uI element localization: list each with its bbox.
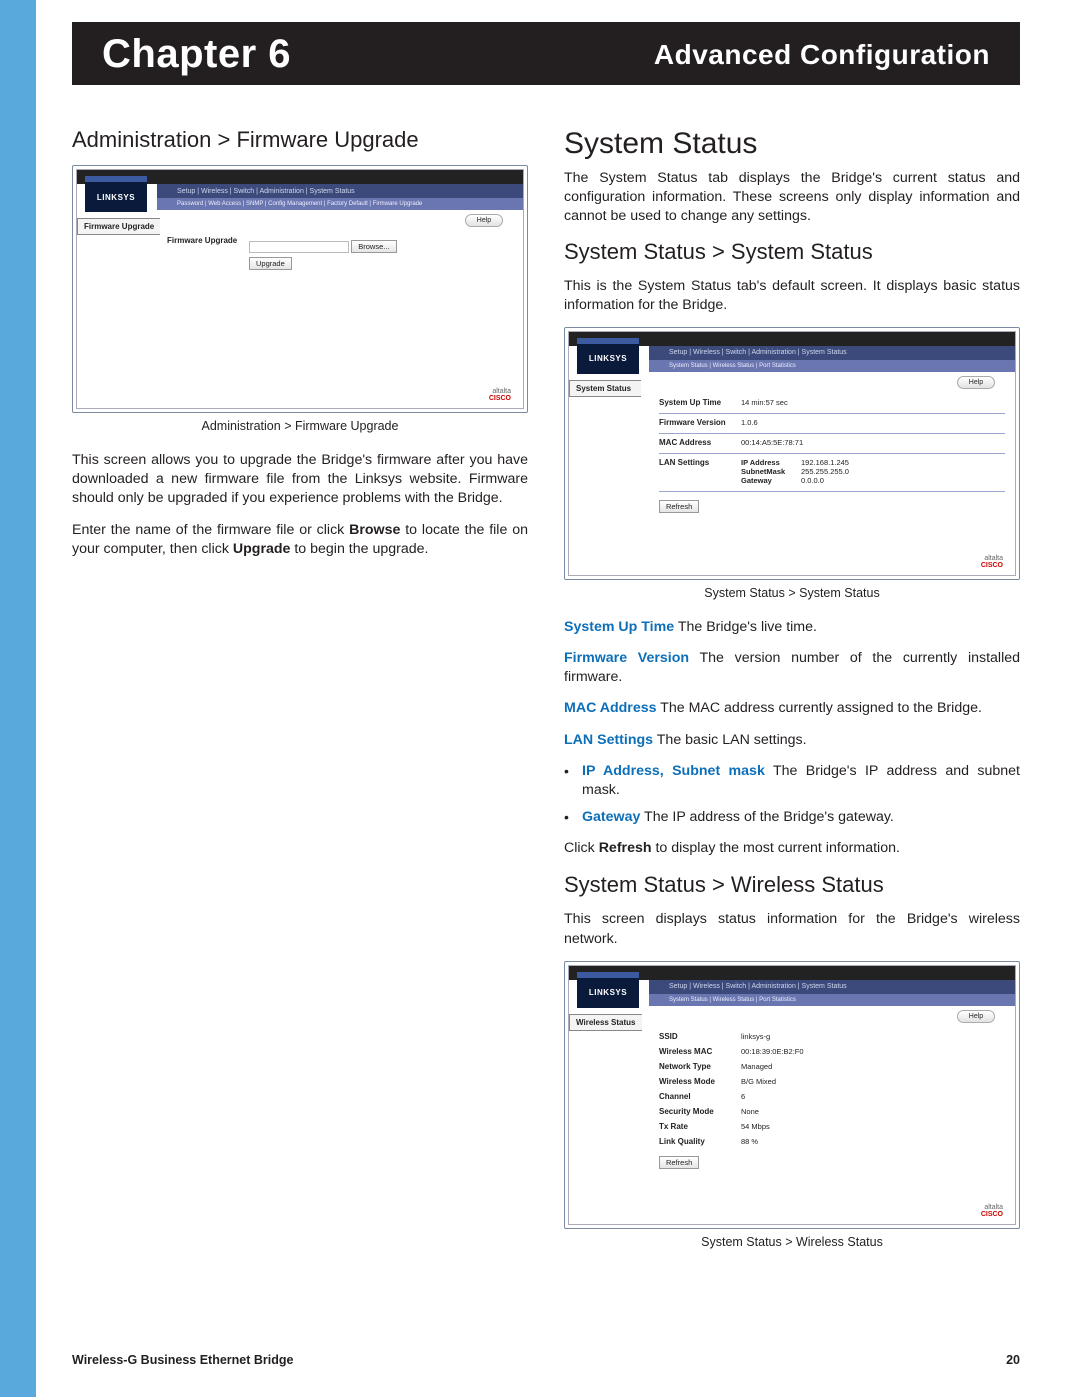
bullet-gateway: Gateway The IP address of the Bridge's g… — [582, 808, 1020, 827]
field-firmware-version: Firmware Version The version number of t… — [564, 649, 1020, 687]
linksys-logo: LINKSYS — [85, 176, 147, 212]
para-ss-a: This is the System Status tab's default … — [564, 277, 1020, 315]
left-column: Administration > Firmware Upgrade Setup … — [72, 127, 528, 1353]
heading-ss-ss: System Status > System Status — [564, 239, 1020, 265]
row-label: Firmware Upgrade — [167, 236, 249, 270]
screenshot-wireless-status: Setup | Wireless | Switch | Administrati… — [564, 961, 1020, 1229]
linksys-logo: LINKSYS — [577, 972, 639, 1008]
side-tab: Wireless Status — [569, 1014, 642, 1031]
file-input[interactable] — [249, 241, 349, 253]
help-button[interactable]: Help — [957, 1010, 995, 1023]
field-lan-settings: LAN Settings The basic LAN settings. — [564, 731, 1020, 750]
upgrade-button[interactable]: Upgrade — [249, 257, 292, 270]
para-ss-intro: The System Status tab displays the Bridg… — [564, 169, 1020, 227]
field-mac-address: MAC Address The MAC address currently as… — [564, 699, 1020, 718]
para-firmware-2: Enter the name of the firmware file or c… — [72, 521, 528, 559]
caption-firmware: Administration > Firmware Upgrade — [72, 419, 528, 433]
linksys-logo: LINKSYS — [577, 338, 639, 374]
heading-wireless-status: System Status > Wireless Status — [564, 872, 1020, 898]
refresh-button[interactable]: Refresh — [659, 500, 699, 513]
screenshot-firmware-upgrade: Setup | Wireless | Switch | Administrati… — [72, 165, 528, 413]
help-button[interactable]: Help — [465, 214, 503, 227]
browse-button[interactable]: Browse... — [351, 240, 396, 253]
refresh-button[interactable]: Refresh — [659, 1156, 699, 1169]
page-title: Advanced Configuration — [654, 39, 990, 71]
side-tab: System Status — [569, 380, 641, 397]
screenshot-system-status: Setup | Wireless | Switch | Administrati… — [564, 327, 1020, 580]
caption-wireless: System Status > Wireless Status — [564, 1235, 1020, 1249]
heading-system-status: System Status — [564, 127, 1020, 161]
cisco-logo: altaltaCISCO — [489, 388, 511, 402]
para-wireless: This screen displays status information … — [564, 910, 1020, 948]
left-stripe — [0, 0, 36, 1397]
product-name: Wireless-G Business Ethernet Bridge — [72, 1353, 293, 1367]
subtabbar: Password | Web Access | SNMP | Config Ma… — [157, 198, 523, 210]
help-button[interactable]: Help — [957, 376, 995, 389]
bullet-ip-subnet: IP Address, Subnet mask The Bridge's IP … — [582, 762, 1020, 800]
caption-ss: System Status > System Status — [564, 586, 1020, 600]
chapter-label: Chapter 6 — [102, 32, 291, 77]
header-bar: Chapter 6 Advanced Configuration — [72, 22, 1020, 85]
side-tab: Firmware Upgrade — [77, 218, 160, 235]
para-firmware-1: This screen allows you to upgrade the Br… — [72, 451, 528, 509]
field-system-up-time: System Up Time The Bridge's live time. — [564, 618, 1020, 637]
para-click-refresh: Click Refresh to display the most curren… — [564, 839, 1020, 858]
right-column: System Status The System Status tab disp… — [564, 127, 1020, 1353]
tabbar: Setup | Wireless | Switch | Administrati… — [157, 184, 523, 198]
cisco-logo: altaltaCISCO — [981, 555, 1003, 569]
page-number: 20 — [1006, 1353, 1020, 1367]
heading-firmware-upgrade: Administration > Firmware Upgrade — [72, 127, 528, 153]
cisco-logo: altaltaCISCO — [981, 1204, 1003, 1218]
page-footer: Wireless-G Business Ethernet Bridge 20 — [36, 1353, 1080, 1397]
